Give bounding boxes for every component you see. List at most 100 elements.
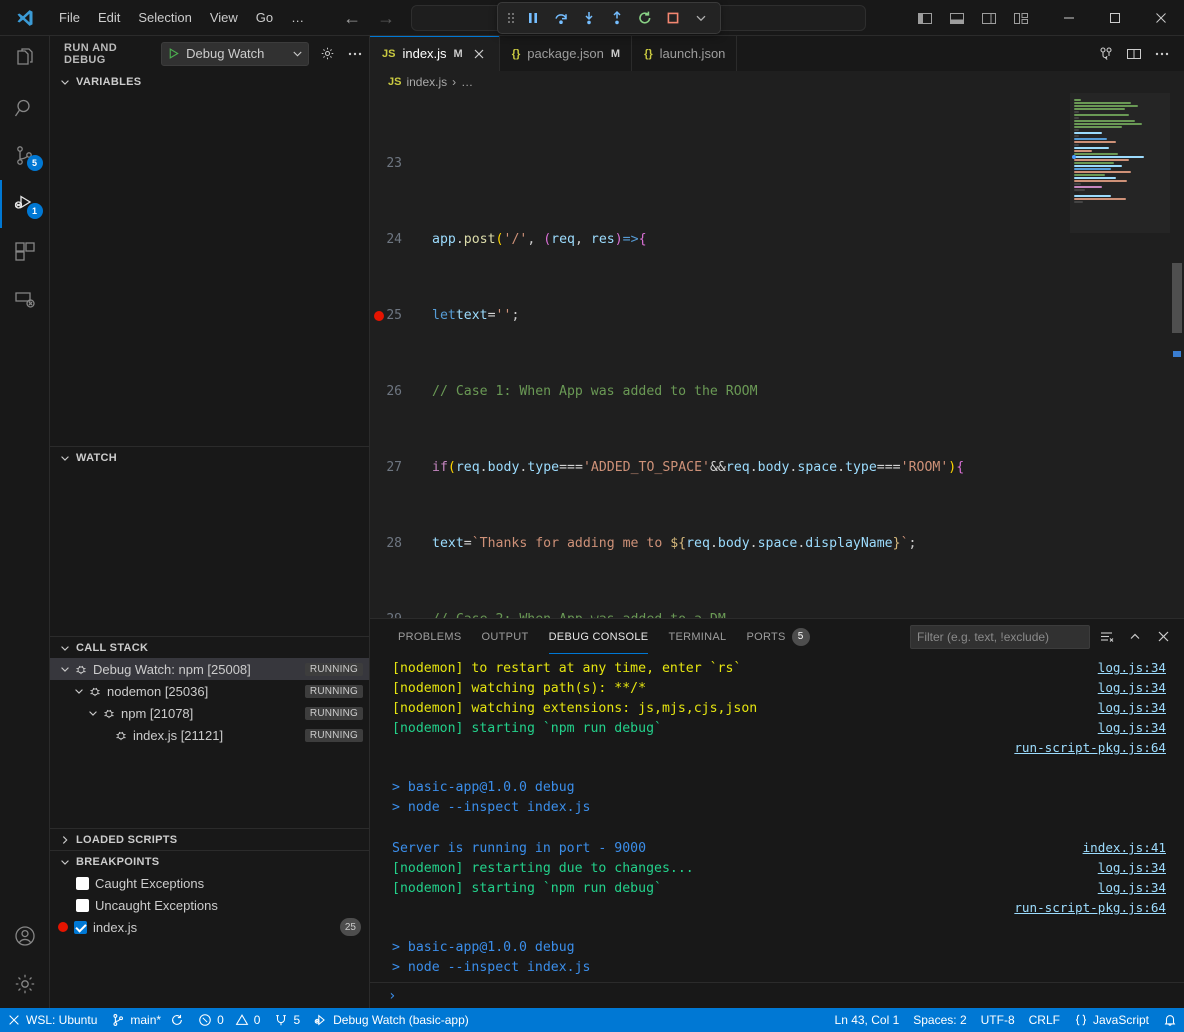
watch-list[interactable] (50, 468, 369, 636)
breakpoint-row-uncaught-exceptions[interactable]: Uncaught Exceptions (50, 894, 369, 916)
status-problems[interactable]: 0 0 (191, 1008, 267, 1032)
chevron-down-icon[interactable] (58, 663, 72, 675)
step-into-icon[interactable] (576, 5, 602, 31)
menu-view[interactable]: View (201, 7, 247, 28)
console-filter-input[interactable]: Filter (e.g. text, !exclude) (910, 625, 1090, 649)
activity-source-control[interactable]: 5 (0, 132, 50, 180)
activity-remote-explorer[interactable] (0, 276, 50, 324)
status-debug-session[interactable]: Debug Watch (basic-app) (307, 1008, 476, 1032)
tab-terminal[interactable]: TERMINAL (658, 619, 736, 654)
menu-edit[interactable]: Edit (89, 7, 129, 28)
toggle-primary-sidebar-icon[interactable] (914, 7, 936, 29)
maximize-icon[interactable] (1092, 0, 1138, 36)
call-stack-row-nodemon[interactable]: nodemon [25036] RUNNING (50, 680, 369, 702)
status-notifications[interactable] (1156, 1008, 1184, 1032)
sync-icon[interactable] (170, 1013, 184, 1027)
console-source-link[interactable]: log.js:34 (1098, 878, 1166, 898)
clear-console-icon[interactable] (1096, 626, 1118, 648)
call-stack-row-npm[interactable]: npm [21078] RUNNING (50, 702, 369, 724)
debug-console-input[interactable]: › (370, 982, 1184, 1008)
pause-icon[interactable] (520, 5, 546, 31)
menu-more[interactable]: … (282, 7, 313, 28)
arrow-left-icon[interactable]: ← (343, 9, 361, 27)
launch-configuration-select[interactable]: Debug Watch (161, 42, 309, 66)
debug-settings-gear-icon[interactable] (317, 43, 337, 65)
console-source-link[interactable]: run-script-pkg.js:64 (1014, 898, 1166, 918)
status-remote-host[interactable]: WSL: Ubuntu (0, 1008, 104, 1032)
console-source-link[interactable]: run-script-pkg.js:64 (1014, 738, 1166, 758)
tab-output[interactable]: OUTPUT (472, 619, 539, 654)
menu-go[interactable]: Go (247, 7, 282, 28)
activity-settings[interactable] (0, 960, 50, 1008)
split-editor-icon[interactable] (1122, 42, 1146, 66)
tab-launch-json[interactable]: {} launch.json (632, 36, 737, 71)
breakpoint-checkbox[interactable] (76, 899, 89, 912)
console-source-link[interactable]: index.js:41 (1083, 838, 1166, 858)
breakpoint-dot-icon[interactable] (374, 311, 384, 321)
status-indentation[interactable]: Spaces: 2 (906, 1008, 973, 1032)
console-source-link[interactable]: log.js:34 (1098, 658, 1166, 678)
code-scroll-container[interactable]: 23 24app.post('/', (req, res) => { 25 le… (370, 93, 1184, 618)
status-cursor-position[interactable]: Ln 43, Col 1 (828, 1008, 907, 1032)
activity-search[interactable] (0, 84, 50, 132)
close-icon[interactable] (1138, 0, 1184, 36)
breakpoint-row-caught-exceptions[interactable]: Caught Exceptions (50, 872, 369, 894)
close-icon[interactable] (470, 45, 488, 63)
status-ports[interactable]: 5 (267, 1008, 307, 1032)
toggle-panel-icon[interactable] (946, 7, 968, 29)
activity-explorer[interactable] (0, 36, 50, 84)
breakpoint-checkbox[interactable] (74, 921, 87, 934)
tab-ports[interactable]: PORTS 5 (736, 619, 819, 654)
activity-accounts[interactable] (0, 912, 50, 960)
chevron-down-icon[interactable] (291, 47, 304, 60)
play-icon[interactable] (167, 47, 180, 60)
step-over-icon[interactable] (548, 5, 574, 31)
chevron-down-icon[interactable] (688, 5, 714, 31)
breakpoint-checkbox[interactable] (76, 877, 89, 890)
status-branch[interactable]: main* (104, 1008, 191, 1032)
pane-header-breakpoints[interactable]: BREAKPOINTS (50, 850, 369, 872)
breadcrumb-rest[interactable]: … (461, 75, 473, 89)
drag-handle-icon[interactable] (504, 5, 518, 31)
arrow-right-icon[interactable]: → (377, 9, 395, 27)
debug-toolbar[interactable] (497, 2, 721, 34)
minimize-icon[interactable] (1046, 0, 1092, 36)
pane-header-loaded-scripts[interactable]: LOADED SCRIPTS (50, 828, 369, 850)
code-editor[interactable]: 23 24app.post('/', (req, res) => { 25 le… (370, 93, 1184, 618)
activity-extensions[interactable] (0, 228, 50, 276)
call-stack-row-indexjs[interactable]: index.js [21121] RUNNING (50, 724, 369, 746)
customize-layout-icon[interactable] (1010, 7, 1032, 29)
pane-header-watch[interactable]: WATCH (50, 446, 369, 468)
maximize-panel-icon[interactable] (1124, 626, 1146, 648)
restart-icon[interactable] (632, 5, 658, 31)
editor-scrollbar[interactable] (1170, 93, 1184, 618)
tab-debug-console[interactable]: DEBUG CONSOLE (539, 619, 659, 654)
chevron-down-icon[interactable] (72, 685, 86, 697)
menu-selection[interactable]: Selection (129, 7, 200, 28)
breadcrumb-file[interactable]: index.js (406, 75, 447, 89)
toggle-secondary-sidebar-icon[interactable] (978, 7, 1000, 29)
console-source-link[interactable]: log.js:34 (1098, 858, 1166, 878)
sidebar-more-actions-icon[interactable] (345, 43, 365, 65)
run-or-debug-icon[interactable] (1094, 42, 1118, 66)
console-source-link[interactable]: log.js:34 (1098, 698, 1166, 718)
stop-icon[interactable] (660, 5, 686, 31)
tab-problems[interactable]: PROBLEMS (388, 619, 472, 654)
tab-index-js[interactable]: JS index.js M (370, 36, 500, 71)
step-out-icon[interactable] (604, 5, 630, 31)
chevron-down-icon[interactable] (86, 707, 100, 719)
menu-file[interactable]: File (50, 7, 89, 28)
status-encoding[interactable]: UTF-8 (974, 1008, 1022, 1032)
status-language-mode[interactable]: JavaScript (1067, 1008, 1156, 1032)
status-eol[interactable]: CRLF (1022, 1008, 1067, 1032)
console-source-link[interactable]: log.js:34 (1098, 718, 1166, 738)
activity-run-and-debug[interactable]: 1 (0, 180, 50, 228)
minimap[interactable] (1070, 93, 1170, 618)
breakpoint-row-indexjs[interactable]: index.js 25 (50, 916, 369, 938)
tab-package-json[interactable]: {} package.json M (500, 36, 632, 71)
debug-console-output[interactable]: [nodemon] to restart at any time, enter … (370, 654, 1184, 982)
call-stack-row-session[interactable]: Debug Watch: npm [25008] RUNNING (50, 658, 369, 680)
more-actions-icon[interactable] (1150, 42, 1174, 66)
variables-list[interactable] (50, 93, 369, 446)
pane-header-call-stack[interactable]: CALL STACK (50, 636, 369, 658)
